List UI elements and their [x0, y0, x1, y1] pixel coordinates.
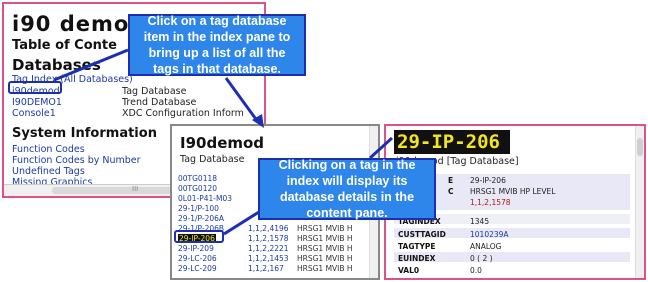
callout-arrows: [53, 48, 394, 236]
callout-bottom: Clicking on a tag in the index will disp…: [258, 158, 436, 220]
arrow-to-index-pane: [224, 77, 260, 123]
arrow-to-database: [53, 48, 129, 82]
arrow-to-content-pane: [368, 136, 394, 160]
callout-top: Click on a tag database item in the inde…: [128, 14, 306, 76]
